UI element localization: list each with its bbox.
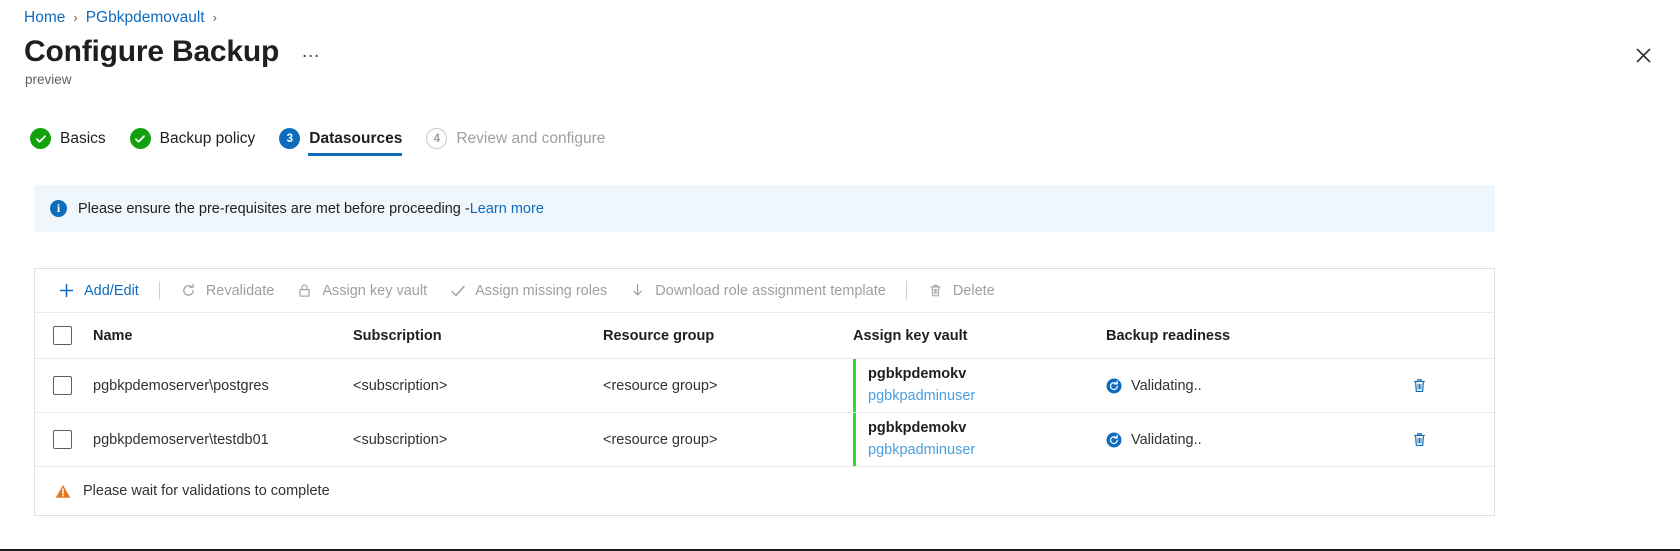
- wizard-step-label-datasources: Datasources: [309, 129, 403, 147]
- toolbar-divider: [158, 281, 160, 300]
- datasources-toolbar: Add/Edit Revalidate Assign key vault Ass…: [35, 269, 1494, 313]
- more-options-icon[interactable]: …: [301, 42, 322, 62]
- revalidate-label: Revalidate: [205, 282, 275, 299]
- delete-label: Delete: [952, 282, 995, 299]
- wizard-step-label-basics: Basics: [60, 129, 106, 147]
- select-all-checkbox[interactable]: [53, 326, 72, 345]
- toolbar-divider-2: [905, 281, 907, 300]
- warning-triangle-icon: [55, 484, 71, 499]
- lock-icon: [296, 282, 313, 299]
- cell-assign-key-vault: pgbkpdemokv pgbkpadminuser: [853, 412, 1106, 467]
- step-number-badge: 4: [426, 128, 448, 149]
- wizard-step-backup-policy[interactable]: Backup policy: [129, 128, 256, 156]
- row-checkbox[interactable]: [53, 430, 72, 449]
- cell-assign-key-vault: pgbkpdemokv pgbkpadminuser: [853, 358, 1106, 413]
- configure-backup-blade: Home › PGbkpdemovault › Configure Backup…: [0, 0, 1680, 551]
- close-icon[interactable]: [1628, 40, 1658, 70]
- revalidate-button[interactable]: Revalidate: [169, 274, 286, 308]
- column-header-assign-key-vault[interactable]: Assign key vault: [853, 313, 1106, 359]
- download-icon: [629, 282, 646, 299]
- key-vault-text: pgbkpdemokv pgbkpadminuser: [868, 413, 975, 466]
- wizard-step-datasources[interactable]: 3 Datasources: [279, 128, 403, 156]
- learn-more-link[interactable]: Learn more: [470, 201, 544, 217]
- readiness-label: Validating..: [1131, 431, 1202, 448]
- cell-backup-readiness: Validating..: [1106, 412, 1406, 467]
- wizard-step-label-review: Review and configure: [456, 129, 606, 147]
- breadcrumb-separator-icon-2: ›: [212, 9, 217, 25]
- sync-icon: [1106, 378, 1122, 394]
- step-number-badge: 3: [279, 128, 301, 149]
- row-delete-icon[interactable]: [1406, 373, 1432, 399]
- cell-backup-readiness: Validating..: [1106, 358, 1406, 413]
- download-role-assignment-template-button[interactable]: Download role assignment template: [618, 274, 897, 308]
- wizard-step-review-and-configure[interactable]: 4 Review and configure: [426, 128, 605, 156]
- row-checkbox[interactable]: [53, 376, 72, 395]
- trash-icon: [927, 282, 944, 299]
- key-vault-cell: pgbkpdemokv pgbkpadminuser: [853, 413, 1106, 466]
- sync-icon: [1106, 432, 1122, 448]
- validation-warning: Please wait for validations to complete: [35, 467, 1494, 515]
- row-select-cell: [35, 412, 93, 467]
- column-header-resource-group[interactable]: Resource group: [603, 313, 853, 359]
- row-delete-icon[interactable]: [1406, 427, 1432, 453]
- cell-actions: [1406, 412, 1496, 467]
- table-row[interactable]: pgbkpdemoserver\postgres <subscription> …: [35, 358, 1496, 413]
- page-title: Configure Backup: [24, 35, 280, 68]
- datasources-table: Name Subscription Resource group Assign …: [35, 313, 1496, 467]
- key-vault-text: pgbkpdemokv pgbkpadminuser: [868, 359, 975, 412]
- datasources-panel: Add/Edit Revalidate Assign key vault Ass…: [34, 268, 1496, 516]
- column-header-subscription[interactable]: Subscription: [353, 313, 603, 359]
- column-header-actions: [1406, 313, 1496, 359]
- key-vault-user-link[interactable]: pgbkpadminuser: [868, 386, 975, 407]
- prerequisites-info-banner: i Please ensure the pre-requisites are m…: [34, 185, 1495, 232]
- key-vault-name: pgbkpdemokv: [868, 420, 967, 437]
- breadcrumb-separator-icon: ›: [73, 9, 78, 25]
- wizard-steps: Basics Backup policy 3 Datasources 4 Rev…: [30, 128, 629, 162]
- wizard-step-label-backup-policy: Backup policy: [159, 129, 256, 147]
- check-circle-icon: [129, 128, 151, 149]
- download-role-assignment-template-label: Download role assignment template: [655, 282, 886, 299]
- cell-actions: [1406, 358, 1496, 413]
- column-header-name[interactable]: Name: [93, 313, 353, 359]
- check-circle-icon: [30, 128, 51, 149]
- preview-tag: preview: [25, 72, 72, 87]
- cell-subscription: <subscription>: [353, 358, 603, 413]
- breadcrumb-item-vault[interactable]: PGbkpdemovault: [86, 9, 205, 27]
- wizard-step-basics[interactable]: Basics: [30, 128, 106, 156]
- cell-name: pgbkpdemoserver\testdb01: [93, 412, 353, 467]
- info-banner-text: Please ensure the pre-requisites are met…: [78, 200, 470, 217]
- key-vault-name: pgbkpdemokv: [868, 366, 967, 383]
- assign-key-vault-label: Assign key vault: [322, 282, 428, 299]
- delete-button[interactable]: Delete: [916, 274, 1006, 308]
- validation-warning-text: Please wait for validations to complete: [83, 483, 330, 499]
- assign-missing-roles-button[interactable]: Assign missing roles: [438, 274, 618, 308]
- breadcrumb: Home › PGbkpdemovault ›: [24, 6, 225, 30]
- key-vault-status-bar: [853, 413, 856, 466]
- table-header-row: Name Subscription Resource group Assign …: [35, 313, 1496, 359]
- info-icon: i: [50, 200, 67, 217]
- cell-resource-group: <resource group>: [603, 358, 853, 413]
- column-header-backup-readiness[interactable]: Backup readiness: [1106, 313, 1406, 359]
- key-vault-cell: pgbkpdemokv pgbkpadminuser: [853, 359, 1106, 412]
- add-edit-button[interactable]: Add/Edit: [47, 274, 150, 308]
- key-vault-status-bar: [853, 359, 856, 412]
- assign-missing-roles-label: Assign missing roles: [475, 282, 608, 299]
- readiness-status: Validating..: [1106, 378, 1406, 394]
- cell-name: pgbkpdemoserver\postgres: [93, 358, 353, 413]
- row-select-cell: [35, 358, 93, 413]
- readiness-label: Validating..: [1131, 377, 1202, 394]
- key-vault-user-link[interactable]: pgbkpadminuser: [868, 440, 975, 461]
- table-row[interactable]: pgbkpdemoserver\testdb01 <subscription> …: [35, 412, 1496, 467]
- refresh-icon: [180, 282, 197, 299]
- cell-resource-group: <resource group>: [603, 412, 853, 467]
- add-edit-label: Add/Edit: [84, 282, 139, 299]
- select-all-header: [35, 313, 93, 359]
- readiness-status: Validating..: [1106, 432, 1406, 448]
- assign-key-vault-button[interactable]: Assign key vault: [285, 274, 438, 308]
- breadcrumb-item-home[interactable]: Home: [24, 9, 65, 27]
- plus-icon: [58, 282, 75, 299]
- title-row: Configure Backup …: [24, 34, 322, 70]
- cell-subscription: <subscription>: [353, 412, 603, 467]
- check-icon: [449, 282, 466, 299]
